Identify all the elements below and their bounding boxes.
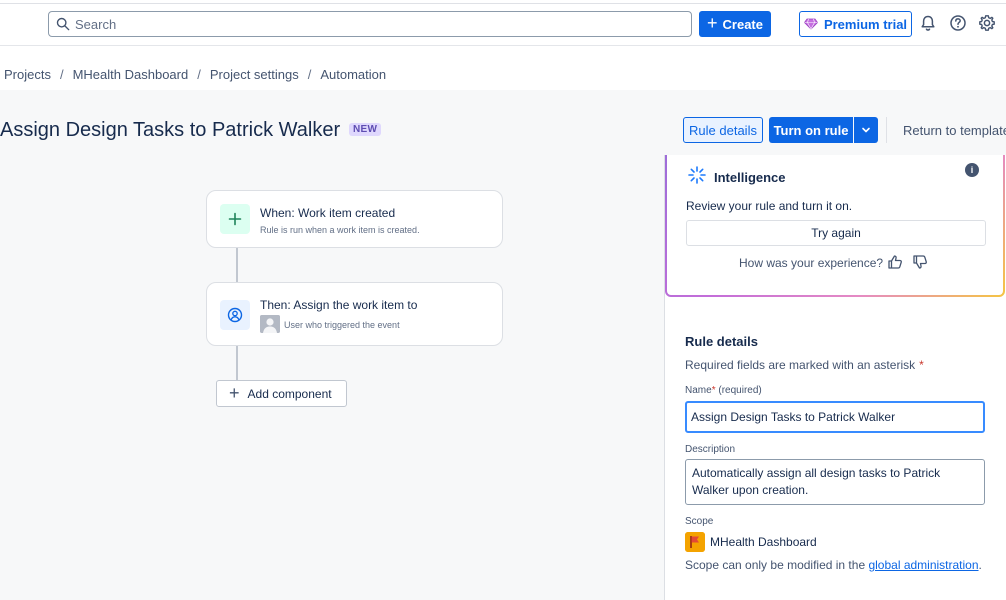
search-input[interactable]	[75, 15, 675, 33]
plus-icon	[228, 212, 242, 226]
chevron-down-icon	[862, 127, 870, 133]
thumbs-down-icon[interactable]	[912, 254, 928, 270]
bell-icon[interactable]	[919, 14, 937, 32]
search-icon	[56, 17, 70, 31]
required-fields-note: Required fields are marked with an aster…	[685, 358, 924, 372]
add-component-button[interactable]: + Add component	[216, 380, 347, 407]
flag-icon	[685, 532, 705, 552]
thumbs-up-icon[interactable]	[887, 254, 903, 270]
breadcrumb-automation[interactable]: Automation	[320, 67, 386, 82]
ai-review-card: Intelligence i Review your rule and turn…	[665, 155, 1005, 297]
rule-details-button[interactable]: Rule details	[683, 117, 763, 143]
required-asterisk: *	[711, 385, 716, 396]
action-subtitle: User who triggered the event	[284, 320, 400, 330]
scope-value-row: MHealth Dashboard	[685, 532, 817, 552]
scope-note-period: .	[978, 558, 982, 572]
action-node[interactable]: Then: Assign the work item to User who t…	[206, 282, 503, 346]
trigger-title: When: Work item created	[260, 206, 396, 220]
scope-note-text: Scope can only be modified in the	[685, 558, 866, 572]
breadcrumb-project[interactable]: MHealth Dashboard	[73, 67, 189, 82]
flow-connector	[236, 346, 238, 380]
action-title: Then: Assign the work item to	[260, 298, 418, 312]
global-administration-link[interactable]: global administration	[868, 558, 978, 572]
name-field-label: Name* (required)	[685, 385, 762, 396]
rule-details-panel: Intelligence i Review your rule and turn…	[664, 155, 1006, 600]
turn-on-rule-button[interactable]: Turn on rule	[769, 117, 853, 143]
settings-gear-icon[interactable]	[978, 14, 996, 32]
help-icon[interactable]	[949, 14, 967, 32]
project-logo-icon	[685, 532, 705, 552]
plus-icon: +	[229, 382, 240, 403]
create-button[interactable]: + Create	[699, 11, 771, 37]
breadcrumb-project-settings[interactable]: Project settings	[210, 67, 299, 82]
premium-label: Premium trial	[823, 16, 908, 32]
breadcrumb-projects[interactable]: Projects	[4, 67, 51, 82]
trigger-icon-box	[220, 204, 250, 234]
scope-note: Scope can only be modified in the global…	[685, 558, 982, 572]
scope-project-name: MHealth Dashboard	[710, 535, 817, 549]
search-box[interactable]	[48, 11, 692, 37]
turn-on-rule-dropdown[interactable]	[854, 117, 878, 143]
gem-icon	[803, 18, 818, 30]
name-label-text: Name	[685, 385, 712, 396]
create-label: Create	[722, 16, 763, 32]
top-navigation-bar: + Create Premium trial	[0, 0, 1006, 46]
try-again-button[interactable]: Try again	[686, 220, 986, 246]
avatar	[260, 315, 280, 333]
page-title: Assign Design Tasks to Patrick Walker	[0, 119, 341, 141]
user-circle-icon	[227, 307, 243, 323]
return-to-templates-link[interactable]: Return to templates	[903, 123, 1006, 138]
ai-card-title: Intelligence	[714, 170, 786, 185]
scope-field-label: Scope	[685, 516, 714, 527]
header-divider	[886, 117, 887, 143]
breadcrumb-separator: /	[307, 67, 312, 82]
info-icon[interactable]: i	[965, 163, 979, 177]
required-note-text: Required fields are marked with an aster…	[685, 358, 916, 372]
ai-sparkle-icon	[688, 166, 706, 184]
action-icon-box	[220, 300, 250, 330]
ai-card-message: Review your rule and turn it on.	[686, 199, 853, 213]
trigger-node[interactable]: When: Work item created Rule is run when…	[206, 190, 503, 248]
add-component-label: Add component	[247, 386, 332, 401]
plus-icon: +	[707, 13, 718, 33]
description-field-label: Description	[685, 444, 736, 455]
rule-name-field[interactable]	[685, 401, 985, 433]
user-avatar-icon	[260, 315, 280, 333]
experience-prompt: How was your experience?	[739, 256, 884, 270]
trigger-subtitle: Rule is run when a work item is created.	[260, 225, 420, 235]
breadcrumb: Projects / MHealth Dashboard / Project s…	[4, 67, 386, 82]
premium-trial-button[interactable]: Premium trial	[799, 11, 912, 37]
flow-connector	[236, 248, 238, 282]
breadcrumb-separator: /	[59, 67, 64, 82]
name-required-text: (required)	[718, 385, 762, 396]
top-divider	[0, 3, 1006, 4]
breadcrumb-separator: /	[197, 67, 201, 82]
required-asterisk: *	[919, 358, 924, 372]
rule-details-heading: Rule details	[685, 334, 758, 349]
new-badge: NEW	[349, 123, 382, 136]
rule-description-field[interactable]: Automatically assign all design tasks to…	[685, 459, 985, 505]
